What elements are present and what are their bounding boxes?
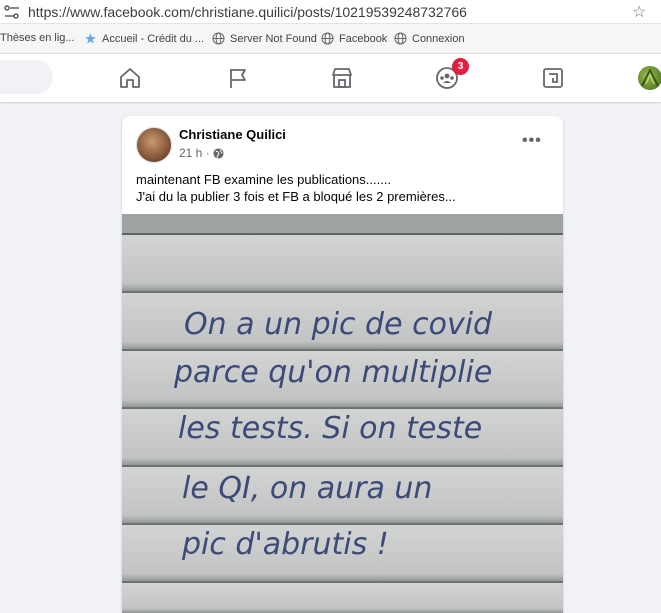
bookmark-star-icon[interactable]: ☆ — [632, 2, 646, 22]
globe-icon — [321, 32, 334, 45]
post-text-line: maintenant FB examine les publications..… — [136, 172, 392, 187]
bookmark-label: Server Not Found — [230, 32, 317, 45]
search-input[interactable] — [0, 60, 53, 94]
plank — [122, 214, 563, 234]
plank — [122, 234, 563, 292]
bookmarks-bar: Thèses en lig... Accueil - Crédit du ...… — [0, 24, 661, 54]
pages-flag-icon[interactable] — [226, 66, 250, 90]
globe-icon — [212, 32, 225, 45]
bookmark-label: Connexion — [412, 32, 465, 45]
gaming-icon[interactable] — [541, 66, 565, 90]
notification-badge: 3 — [452, 58, 469, 75]
bookmark-label: Thèses en lig... — [0, 32, 75, 44]
post-timestamp[interactable]: 21 h · — [179, 146, 210, 160]
chalk-text-line: les tests. Si on teste — [178, 411, 482, 446]
post-text-line: J'ai du la publier 3 fois et FB a bloqué… — [136, 189, 456, 204]
plank — [122, 582, 563, 613]
author-name[interactable]: Christiane Quilici — [179, 127, 286, 142]
chalk-text-line: le QI, on aura un — [182, 471, 432, 506]
author-avatar[interactable] — [136, 127, 172, 163]
globe-icon — [394, 32, 407, 45]
post-options-button[interactable]: ••• — [522, 132, 542, 150]
bookmark-accueil-credit[interactable]: Accueil - Crédit du ... — [84, 32, 204, 45]
post-meta: 21 h · — [179, 146, 224, 160]
site-info-icon[interactable] — [4, 5, 20, 19]
chalk-text-line: On a un pic de covid — [184, 307, 493, 342]
bookmark-theses[interactable]: Thèses en lig... — [0, 32, 75, 44]
chalk-text-line: pic d'abrutis ! — [181, 527, 389, 562]
home-icon[interactable] — [118, 66, 142, 90]
bookmark-server-not-found[interactable]: Server Not Found — [212, 32, 317, 45]
post-text: maintenant FB examine les publications..… — [136, 171, 456, 205]
public-globe-icon — [213, 147, 224, 159]
bookmark-connexion[interactable]: Connexion — [394, 32, 465, 45]
post-photo[interactable]: On a un pic de covid parce qu'on multipl… — [122, 214, 563, 613]
bookmark-label: Facebook — [339, 32, 388, 45]
marketplace-icon[interactable] — [330, 66, 354, 90]
facebook-top-nav: 3 — [0, 54, 661, 102]
url-text[interactable]: https://www.facebook.com/christiane.quil… — [28, 4, 467, 20]
post-card: Christiane Quilici 21 h · ••• maintenant… — [122, 116, 563, 613]
chalk-text-line: parce qu'on multiplie — [173, 355, 492, 390]
star-icon — [85, 33, 96, 44]
profile-avatar[interactable] — [638, 66, 661, 90]
address-bar[interactable]: https://www.facebook.com/christiane.quil… — [0, 0, 661, 24]
bookmark-label: Accueil - Crédit du ... — [102, 32, 205, 45]
bookmark-facebook[interactable]: Facebook — [321, 32, 387, 45]
